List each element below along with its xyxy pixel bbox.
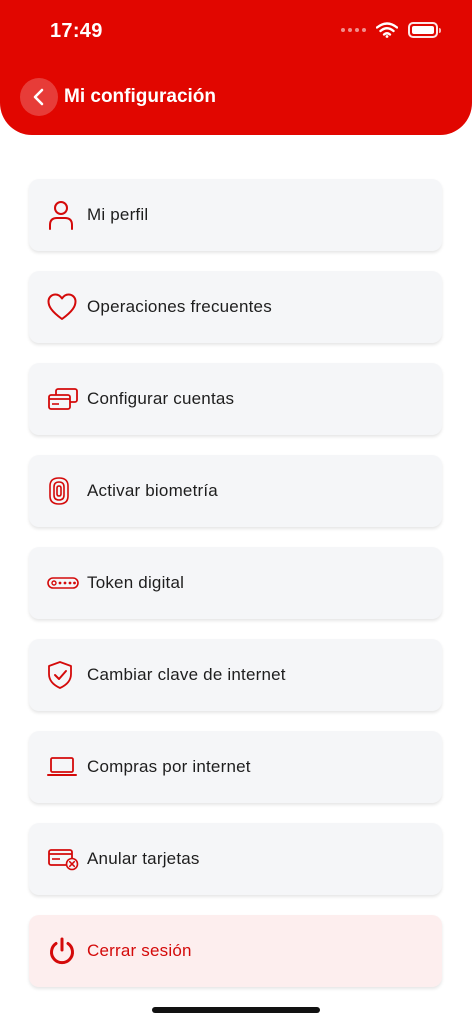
page-title: Mi configuración bbox=[64, 86, 216, 107]
laptop-icon bbox=[47, 757, 77, 776]
menu-item-label: Configurar cuentas bbox=[87, 389, 235, 408]
heart-icon bbox=[47, 293, 77, 320]
status-time: 17:49 bbox=[50, 20, 103, 42]
menu-item-cambiar-clave[interactable]: Cambiar clave de internet bbox=[29, 639, 442, 711]
menu-item-compras-internet[interactable]: Compras por internet bbox=[29, 731, 442, 803]
menu-item-label: Anular tarjetas bbox=[87, 849, 200, 868]
menu-item-mi-perfil[interactable]: Mi perfil bbox=[29, 179, 442, 251]
menu-item-token-digital[interactable]: Token digital bbox=[29, 547, 442, 619]
power-icon bbox=[50, 937, 74, 965]
logout-button[interactable]: Cerrar sesión bbox=[29, 915, 442, 987]
menu-item-label: Cambiar clave de internet bbox=[87, 665, 286, 684]
menu-item-label: Compras por internet bbox=[87, 757, 251, 776]
user-icon bbox=[49, 201, 73, 230]
menu-item-label: Operaciones frecuentes bbox=[87, 297, 272, 316]
card-cancel-icon bbox=[48, 849, 79, 871]
back-button[interactable] bbox=[20, 78, 58, 116]
battery-icon bbox=[408, 22, 441, 38]
chevron-left-icon bbox=[33, 88, 44, 106]
menu-item-label: Token digital bbox=[87, 573, 185, 592]
settings-menu: Mi perfil Operaciones frecuentes Configu… bbox=[29, 179, 442, 1007]
wifi-icon bbox=[376, 22, 398, 38]
menu-item-operaciones-frecuentes[interactable]: Operaciones frecuentes bbox=[29, 271, 442, 343]
menu-item-configurar-cuentas[interactable]: Configurar cuentas bbox=[29, 363, 442, 435]
menu-item-label: Activar biometría bbox=[87, 481, 218, 500]
menu-item-activar-biometria[interactable]: Activar biometría bbox=[29, 455, 442, 527]
app-header: 17:49 Mi configuración bbox=[0, 0, 472, 135]
menu-item-label: Mi perfil bbox=[87, 205, 149, 224]
status-icons bbox=[341, 22, 441, 38]
fingerprint-icon bbox=[49, 477, 69, 505]
token-icon bbox=[47, 577, 79, 589]
signal-icon bbox=[341, 28, 366, 32]
home-indicator[interactable] bbox=[152, 1007, 320, 1013]
menu-item-anular-tarjetas[interactable]: Anular tarjetas bbox=[29, 823, 442, 895]
screen: 17:49 Mi configuración Mi perfil Operaci… bbox=[0, 0, 472, 1024]
cards-icon bbox=[48, 388, 78, 410]
shield-check-icon bbox=[48, 661, 72, 689]
menu-item-label: Cerrar sesión bbox=[87, 941, 192, 960]
